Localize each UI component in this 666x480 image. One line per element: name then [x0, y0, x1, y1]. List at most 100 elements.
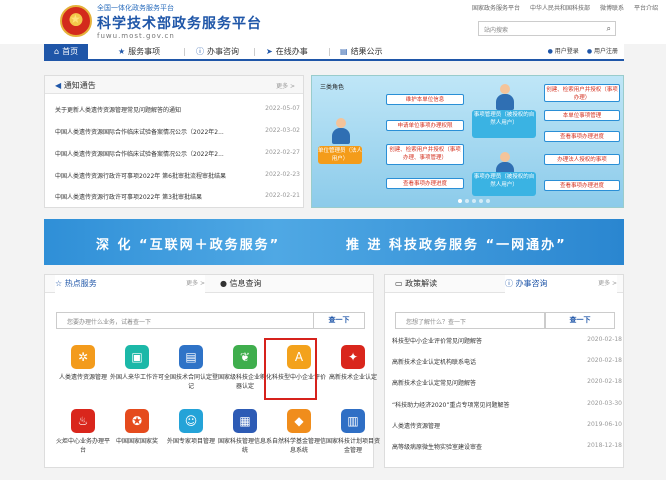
- policy-search-button[interactable]: 查一下: [545, 312, 615, 329]
- info-icon: ⓘ: [505, 279, 513, 288]
- list-item[interactable]: 科技型中小企业评价常见问题解答 2020-02-18: [392, 336, 622, 345]
- top-link[interactable]: 平台介绍: [634, 3, 658, 12]
- doc-icon: ▭: [395, 279, 403, 288]
- service-item[interactable]: ♨ 火炬中心业务办理平台: [55, 409, 111, 454]
- top-link[interactable]: 微博联系: [600, 3, 624, 12]
- affair-handler-label: 事项办理员（被授权的自然人用户）: [472, 172, 536, 196]
- incubator-icon: ❦: [233, 345, 257, 369]
- notice-header: ◀ 通知通告 更多 >: [45, 76, 303, 94]
- main-nav: ⌂ 首页 ★ 服务事项 ⓘ 办事咨询 ➤ 在线办事 ▤ 结果公示 ● 用户登录 ● 用户注…: [44, 44, 624, 61]
- tab-policy[interactable]: ▭ 政策解读: [395, 275, 437, 293]
- service-item[interactable]: ◆ 自然科学基金管理信息系统: [271, 409, 327, 454]
- service-search-button[interactable]: 查一下: [313, 312, 365, 329]
- tab-consult[interactable]: ⓘ 办事咨询 更多 >: [505, 275, 617, 293]
- diagram-box: 办理法人授权的事项: [544, 154, 620, 165]
- login-link[interactable]: ● 用户登录: [548, 46, 579, 55]
- carousel-dot[interactable]: [465, 199, 469, 203]
- list-item[interactable]: 中国人类遗传资源行政许可事项2022年 第6批审批流程审批结果 2022-02-2…: [55, 171, 300, 180]
- expert-icon: ☺: [179, 409, 203, 433]
- notice-panel: ◀ 通知通告 更多 > 关于更新人类遗传资源管理常见问题解答的通知 2022-05…: [44, 75, 304, 208]
- hot-more-link[interactable]: 更多 >: [186, 275, 205, 293]
- nav-divider: [184, 48, 185, 56]
- contract-icon: ▤: [179, 345, 203, 369]
- slogan-left: 深 化 “互联网＋政务服务”: [96, 238, 281, 253]
- notice-more-link[interactable]: 更多 >: [276, 81, 295, 90]
- carousel-dot[interactable]: [486, 199, 490, 203]
- pin-icon: ●: [220, 279, 227, 288]
- affair-admin-label: 事项管理员（被授权的自然人用户）: [472, 110, 536, 138]
- affair-admin-person-icon: [494, 84, 516, 110]
- nav-online[interactable]: ➤ 在线办事: [266, 44, 308, 59]
- carousel-dot[interactable]: [472, 199, 476, 203]
- list-item[interactable]: 高新技术企业认定常见问题解答 2020-02-18: [392, 378, 622, 387]
- roles-label: 三类角色: [320, 84, 345, 91]
- carousel-dot[interactable]: [458, 199, 462, 203]
- star-icon: ★: [118, 47, 126, 56]
- tab-hot-services[interactable]: ☆ 热点服务 更多 >: [55, 275, 205, 293]
- funding-icon: ▥: [341, 409, 365, 433]
- list-item[interactable]: “科技助力经济2020”重点专项常见问题解答 2020-03-30: [392, 400, 622, 409]
- unit-admin-person-icon: [330, 118, 352, 144]
- diagram-box: 查看事项办理进度: [386, 178, 464, 189]
- diagram-box: 查看事项办理进度: [544, 131, 620, 142]
- list-item[interactable]: 中国人类遗传资源行政许可事项2022年 第3批审批结果 2022-02-21: [55, 192, 300, 201]
- site-subtitle: 全国一体化政务服务平台: [97, 4, 174, 12]
- id-card-icon: ▣: [125, 345, 149, 369]
- roles-banner[interactable]: 三类角色 单位管理员（法人用户） 维护本单位信息 申请单位事项办理权限 创建、检…: [311, 75, 624, 208]
- nav-divider: [254, 48, 255, 56]
- diagram-box: 本单位事项管理: [544, 110, 620, 121]
- policy-more-link[interactable]: 更多 >: [598, 275, 617, 293]
- diagram-box: 查看事项办理进度: [544, 180, 620, 191]
- carousel-dot[interactable]: [479, 199, 483, 203]
- list-icon: ▤: [340, 47, 348, 56]
- info-system-icon: ▦: [233, 409, 257, 433]
- service-item[interactable]: ✦ 高新技术企业认定: [325, 345, 381, 381]
- send-icon: ➤: [266, 47, 273, 56]
- service-item[interactable]: ▣ 外国人来华工作许可: [109, 345, 165, 381]
- info-icon: ⓘ: [196, 47, 204, 56]
- nav-consult[interactable]: ⓘ 办事咨询: [196, 44, 239, 59]
- site-domain: fuwu.most.gov.cn: [97, 32, 175, 40]
- list-item[interactable]: 关于更新人类遗传资源管理常见问题解答的通知 2022-05-07: [55, 105, 300, 114]
- service-item[interactable]: ▤ 全国技术合同认定登记: [163, 345, 219, 390]
- search-icon[interactable]: ⌕: [607, 24, 611, 34]
- service-item[interactable]: ☺ 外国专家项目管理: [163, 409, 219, 445]
- service-item[interactable]: ✲ 人类遗传资源管理: [55, 345, 111, 381]
- tab-info-query[interactable]: ● 信息查询: [220, 275, 262, 293]
- home-icon: ⌂: [54, 47, 60, 56]
- service-item[interactable]: ▥ 国家科技计划项目资金管理: [325, 409, 381, 454]
- policy-panel: ▭ 政策解读 ⓘ 办事咨询 更多 > 您想了解什么？查一下 查一下: [384, 274, 624, 468]
- register-link[interactable]: ● 用户注册: [587, 46, 618, 55]
- policy-header: ▭ 政策解读 ⓘ 办事咨询 更多 >: [385, 275, 623, 293]
- site-search-input[interactable]: 站内搜索 ⌕: [478, 21, 616, 36]
- nav-service-items[interactable]: ★ 服务事项: [118, 44, 160, 59]
- nav-divider: [329, 48, 330, 56]
- hightech-icon: ✦: [341, 345, 365, 369]
- torch-icon: ♨: [71, 409, 95, 433]
- service-item[interactable]: ▦ 国家科技管理信息系统: [217, 409, 273, 454]
- service-search-input[interactable]: 您要办理什么业务，试着查一下: [56, 312, 314, 329]
- list-item[interactable]: 高等级病原微生物实验室建设审查 2018-12-18: [392, 442, 622, 451]
- list-item[interactable]: 高新技术企业认定机构联系电话 2020-02-18: [392, 357, 622, 366]
- unit-admin-label: 单位管理员（法人用户）: [318, 146, 363, 164]
- megaphone-icon: ◀: [55, 81, 62, 90]
- nav-results[interactable]: ▤ 结果公示: [340, 44, 383, 59]
- national-emblem-icon: [60, 5, 92, 37]
- list-item[interactable]: 中国人类遗传资源国际合作临床试验备案情况公示（2022年2... 2022-02-…: [55, 149, 300, 158]
- site-header: 全国一体化政务服务平台 科学技术部政务服务平台 fuwu.most.gov.cn…: [0, 0, 666, 44]
- list-item[interactable]: 人类遗传资源管理 2019-06-10: [392, 421, 622, 430]
- top-link[interactable]: 中华人民共和国科技部: [530, 3, 590, 12]
- diagram-box: 创建、检索用户并授权（事项办理）: [544, 84, 620, 102]
- notice-title: ◀ 通知通告: [55, 81, 96, 90]
- site-title[interactable]: 科学技术部政务服务平台: [97, 13, 262, 33]
- service-item[interactable]: ✪ 中国国家国家奖: [109, 409, 165, 445]
- nav-home[interactable]: ⌂ 首页: [44, 44, 89, 59]
- list-item[interactable]: 中国人类遗传资源国际合作临床试验备案情况公示（2022年2... 2022-03-…: [55, 127, 300, 136]
- diagram-box: 维护本单位信息: [386, 94, 464, 105]
- top-link[interactable]: 国家政务服务平台: [472, 3, 520, 12]
- dna-icon: ✲: [71, 345, 95, 369]
- highlight-box: [264, 338, 317, 400]
- top-links: 国家政务服务平台 中华人民共和国科技部 微博联系 平台介绍: [472, 3, 658, 12]
- policy-search-input[interactable]: 您想了解什么？查一下: [395, 312, 545, 329]
- hot-services-header: ☆ 热点服务 更多 > ● 信息查询: [45, 275, 373, 293]
